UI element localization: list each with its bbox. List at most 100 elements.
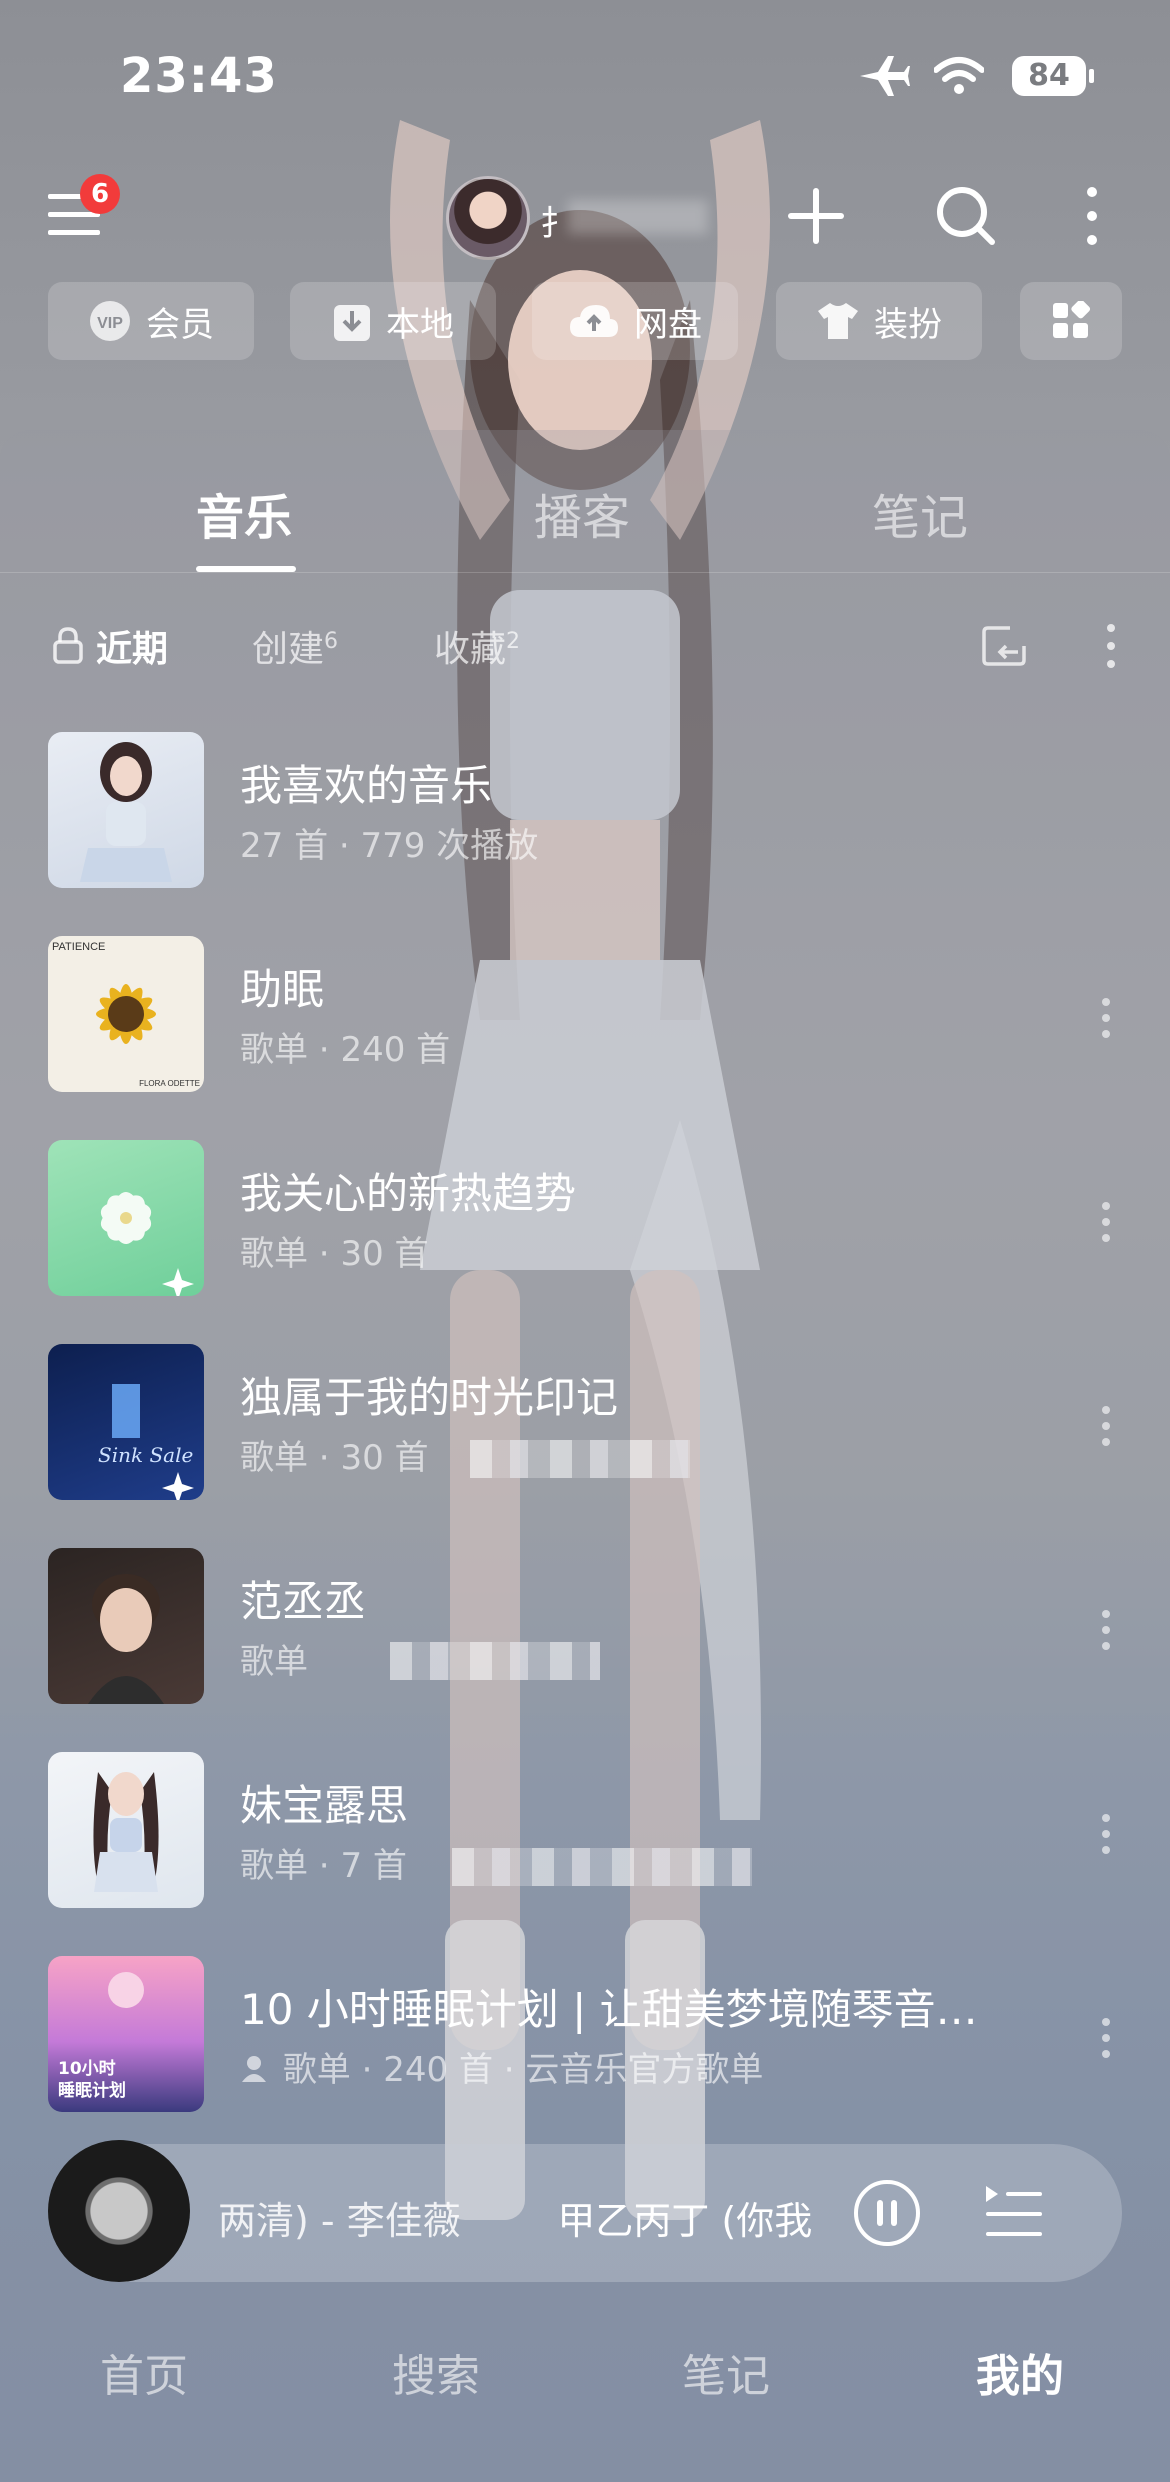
tab-music[interactable]: 音乐 [196, 478, 292, 548]
playlist-count: 240 首 [383, 2050, 493, 2090]
nav-mine[interactable]: 我的 [976, 2340, 1064, 2404]
playlist-kind: 歌单 [240, 1846, 308, 1886]
playlist-kind: 27 首 [240, 826, 329, 866]
album-disc[interactable] [48, 2140, 190, 2282]
download-icon [334, 305, 370, 341]
add-icon[interactable] [786, 186, 846, 246]
cover-text: FLORA ODETTE [139, 1079, 200, 1088]
playlist-kind: 歌单 [240, 1438, 308, 1478]
wifi-icon [934, 57, 984, 94]
shortcut-vip[interactable]: VIP 会员 [48, 282, 254, 360]
playlist-count: 7 首 [340, 1846, 407, 1886]
status-time: 23:43 [120, 48, 278, 104]
shirt-icon [818, 303, 858, 339]
playlist-title: 独属于我的时光印记 [240, 1373, 619, 1422]
nav-notes[interactable]: 笔记 [682, 2340, 770, 2404]
pause-icon[interactable] [852, 2178, 922, 2248]
cover-text-line: 10小时 [58, 2059, 116, 2079]
filter-count: 6 [324, 629, 339, 654]
playlist-meta: 歌单 · 7 首 [240, 1846, 407, 1886]
playlist-meta: 歌单 · 30 首 [240, 1234, 429, 1274]
playlist-count: 30 首 [340, 1438, 429, 1478]
avatar[interactable] [446, 176, 530, 260]
cover-text: PATIENCE [52, 941, 105, 953]
shortcut-label: 装扮 [874, 304, 942, 345]
nav-home[interactable]: 首页 [100, 2340, 188, 2404]
cover-text-line: 睡眠计划 [58, 2080, 126, 2101]
now-playing-text[interactable]: 两清) - 李佳薇 甲乙丙丁 (你我 [218, 2190, 818, 2245]
playlist-title: 范丞丞 [240, 1577, 367, 1626]
playlist-title: 10 小时睡眠计划 | 让甜美梦境随琴音… [240, 1985, 978, 2034]
playlist-kind: 歌单 [240, 1642, 308, 1682]
more-vertical-icon[interactable] [1100, 1404, 1112, 1448]
more-vertical-icon[interactable] [1100, 1608, 1112, 1652]
cloud-icon [570, 305, 618, 337]
song-next: 甲乙丙丁 (你我 [557, 2199, 813, 2243]
tab-podcast[interactable]: 播客 [534, 478, 630, 548]
list-item[interactable]: Sink Sale 独属于我的时光印记 歌单 · 30 首 [0, 1344, 1170, 1504]
playlist-creator: 云音乐官方歌单 [525, 2050, 764, 2090]
more-vertical-icon[interactable] [1084, 186, 1100, 246]
svg-text:VIP: VIP [97, 315, 123, 332]
list-item[interactable]: 妹宝露思 歌单 · 7 首 [0, 1752, 1170, 1912]
tab-divider [0, 572, 1170, 573]
more-vertical-icon[interactable] [1100, 996, 1112, 1040]
playlist-title: 我喜欢的音乐 [240, 761, 493, 810]
import-icon[interactable] [980, 622, 1028, 670]
filter-count: 2 [506, 629, 521, 654]
list-item[interactable]: 范丞丞 歌单 [0, 1548, 1170, 1708]
shortcut-cloud[interactable]: 网盘 [532, 282, 738, 360]
list-item[interactable]: 10小时 睡眠计划 10 小时睡眠计划 | 让甜美梦境随琴音… 歌单 · 240… [0, 1956, 1170, 2116]
tab-notes[interactable]: 笔记 [872, 478, 968, 548]
more-vertical-icon[interactable] [1104, 622, 1118, 670]
filter-label: 收藏 [434, 629, 507, 670]
playlist-title: 妹宝露思 [240, 1781, 409, 1830]
shortcut-more[interactable] [1020, 282, 1122, 360]
playlist-count: 240 首 [340, 1030, 451, 1070]
more-vertical-icon[interactable] [1100, 1812, 1112, 1856]
playlist-kind: 歌单 [240, 1030, 308, 1070]
playlist-cover [48, 1752, 204, 1908]
grid-icon [1053, 301, 1091, 338]
redaction [390, 1642, 600, 1680]
redaction [470, 1440, 690, 1478]
playlist-meta: 歌单 [240, 1634, 308, 1683]
playlist-cover: PATIENCE FLORA ODETTE [48, 936, 204, 1092]
nav-search[interactable]: 搜索 [392, 2340, 480, 2404]
playlist-cover [48, 1140, 204, 1296]
vip-icon: VIP [90, 301, 130, 341]
shortcut-label: 本地 [386, 304, 454, 345]
username-redaction [568, 200, 708, 234]
playlist-count: 30 首 [340, 1234, 429, 1274]
redaction [452, 1848, 752, 1886]
user-icon [242, 2056, 266, 2082]
more-vertical-icon[interactable] [1100, 2016, 1112, 2060]
playlist-cover: Sink Sale [48, 1344, 204, 1500]
playlist-cover [48, 1548, 204, 1704]
battery-indicator: 84 [1012, 56, 1094, 96]
playlist-kind: 歌单 [282, 2050, 351, 2090]
filter-created[interactable]: 创建6 [252, 620, 338, 672]
more-vertical-icon[interactable] [1100, 1200, 1112, 1244]
playlist-cover: 10小时 睡眠计划 [48, 1956, 204, 2112]
shortcut-dressup[interactable]: 装扮 [776, 282, 982, 360]
shortcut-local[interactable]: 本地 [290, 282, 496, 360]
shortcut-label: 网盘 [634, 304, 702, 345]
playlist-meta: 27 首 · 779 次播放 [240, 826, 539, 866]
search-icon[interactable] [934, 184, 998, 248]
airplane-icon [860, 56, 910, 96]
playlist-meta: 歌单 · 30 首 [240, 1438, 429, 1478]
playlist-icon[interactable] [982, 2182, 1044, 2244]
notification-badge: 6 [80, 174, 120, 214]
playlist-meta: 歌单 · 240 首 [240, 1030, 451, 1070]
status-bar: 23:43 84 [0, 0, 1170, 150]
playlist-kind: 歌单 [240, 1234, 308, 1274]
list-item[interactable]: 我关心的新热趋势 歌单 · 30 首 [0, 1140, 1170, 1300]
filter-recent[interactable]: 近期 [96, 620, 168, 672]
filter-collected[interactable]: 收藏2 [434, 620, 520, 672]
list-item[interactable]: PATIENCE FLORA ODETTE 助眠 歌单 · 240 首 [0, 936, 1170, 1096]
playlist-meta: 歌单 · 240 首 · 云音乐官方歌单 [240, 2042, 763, 2091]
list-item[interactable]: 我喜欢的音乐 27 首 · 779 次播放 [0, 732, 1170, 892]
shortcut-label: 会员 [146, 304, 214, 345]
playlist-title: 我关心的新热趋势 [240, 1169, 577, 1218]
